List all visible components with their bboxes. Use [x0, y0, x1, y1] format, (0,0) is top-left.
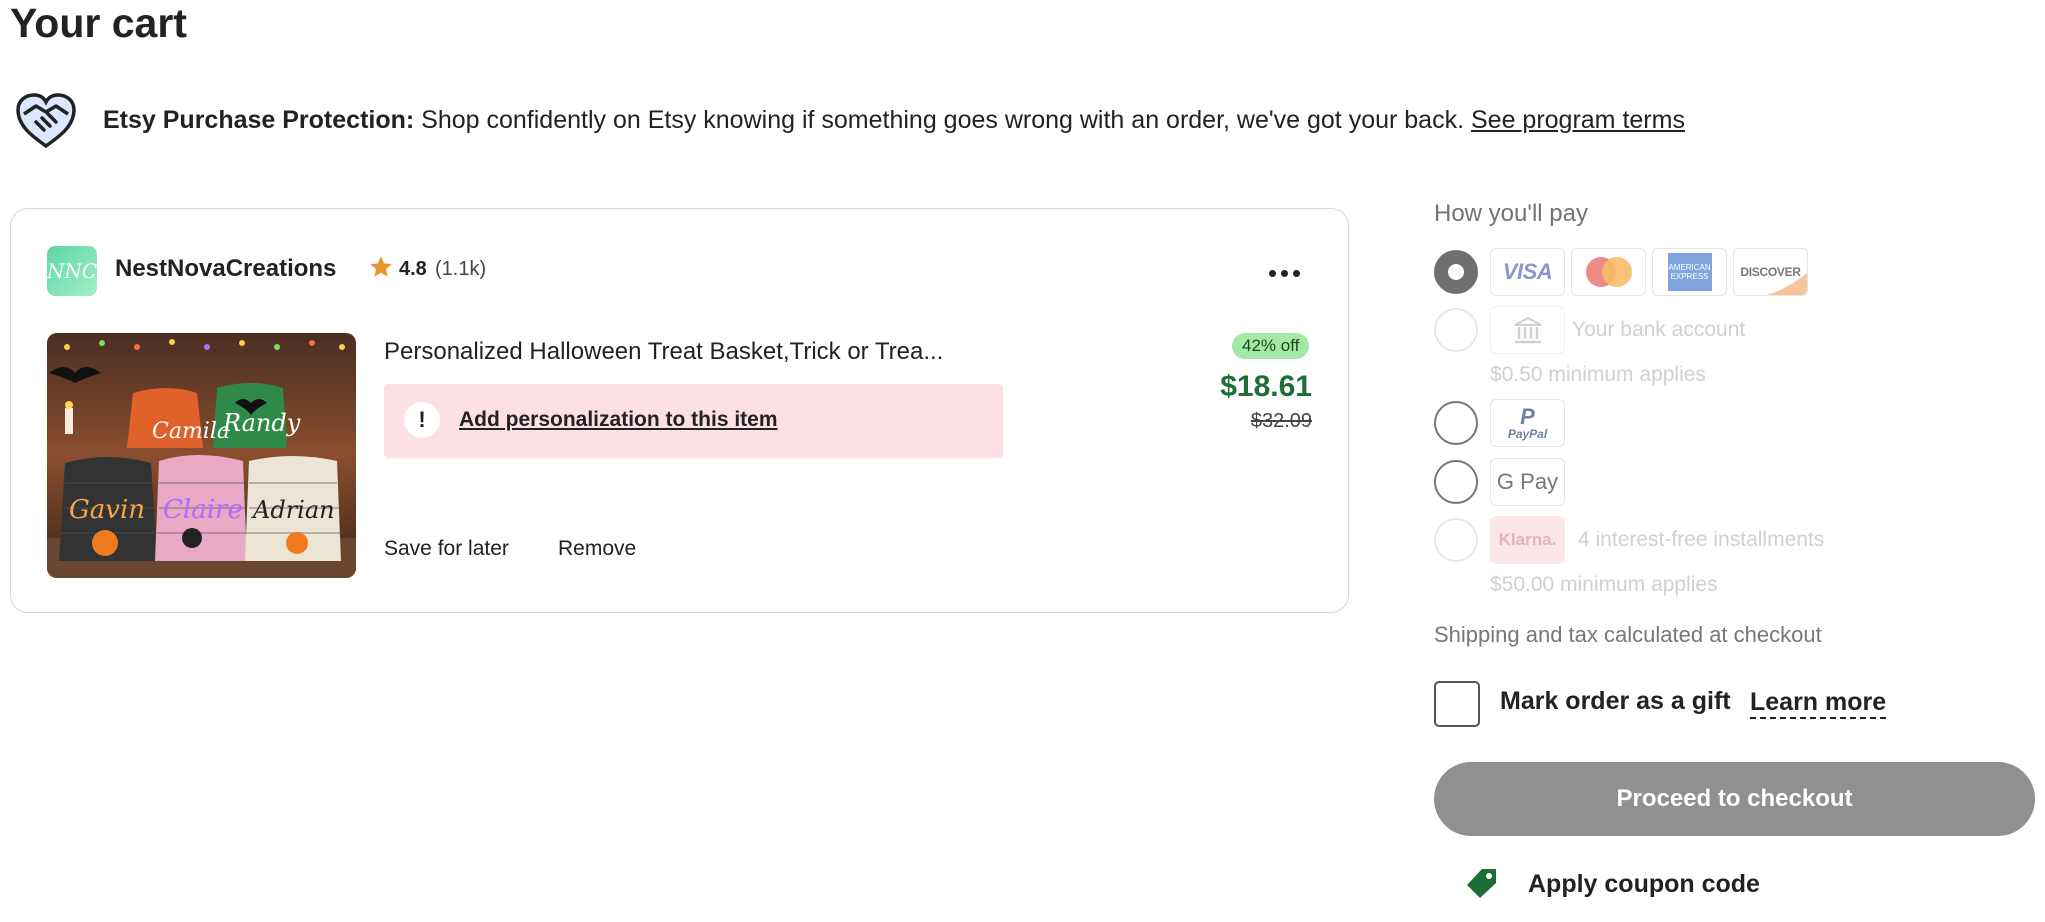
proceed-to-checkout-button[interactable]: Proceed to checkout: [1434, 762, 2035, 836]
save-for-later-button[interactable]: Save for later: [384, 537, 509, 561]
bank-minimum-note: $0.50 minimum applies: [1490, 363, 1706, 386]
purchase-protection-text: Etsy Purchase Protection: Shop confident…: [103, 104, 1685, 136]
gift-checkbox[interactable]: [1434, 681, 1480, 727]
basket-name-randy: Randy: [222, 409, 301, 437]
more-dots-icon: [1268, 269, 1276, 277]
gpay-logo: G Pay: [1490, 458, 1565, 506]
gift-label[interactable]: Mark order as a gift: [1500, 687, 1731, 716]
item-title-link[interactable]: Personalized Halloween Treat Basket,Tric…: [384, 338, 943, 366]
exclamation-icon: !: [404, 402, 440, 438]
item-price: $18.61: [1220, 370, 1312, 403]
shipping-tax-note: Shipping and tax calculated at checkout: [1434, 622, 1822, 647]
paypal-label: PayPal: [1507, 427, 1548, 441]
remove-button[interactable]: Remove: [558, 537, 636, 561]
discount-badge: 42% off: [1232, 333, 1310, 359]
more-dots-icon: [1280, 269, 1288, 277]
protection-description: Shop confidently on Etsy knowing if some…: [414, 106, 1471, 134]
basket-name-adrian: Adrian: [251, 496, 335, 524]
coupon-tag-icon: [1466, 867, 1498, 899]
basket-name-gavin: Gavin: [69, 495, 145, 525]
more-dots-icon: [1292, 269, 1300, 277]
basket-name-claire: Claire: [163, 495, 243, 525]
original-price: $32.09: [1250, 410, 1312, 432]
bank-icon: [1490, 306, 1565, 354]
card-payment-radio[interactable]: [1434, 250, 1478, 294]
basket-name-camila: Camila: [152, 419, 230, 444]
handshake-heart-icon: [14, 92, 78, 150]
program-terms-link[interactable]: See program terms: [1471, 106, 1685, 134]
amex-logo: AMERICAN EXPRESS: [1652, 248, 1727, 296]
gpay-payment-radio[interactable]: [1434, 460, 1478, 504]
more-options-button[interactable]: [1262, 258, 1306, 288]
paypal-mark: P PayPal: [1507, 404, 1548, 441]
page-title: Your cart: [10, 0, 187, 46]
item-thumbnail[interactable]: Camila Randy Gavin Claire Adrian: [47, 333, 356, 578]
shop-rating: 4.8: [399, 258, 427, 280]
klarna-payment-radio[interactable]: [1434, 518, 1478, 562]
shop-logo[interactable]: NNC: [47, 246, 97, 296]
gpay-label: G Pay: [1496, 469, 1559, 494]
shop-review-count: (1.1k): [435, 258, 487, 280]
paypal-payment-radio[interactable]: [1434, 401, 1478, 445]
apply-coupon-button[interactable]: Apply coupon code: [1528, 870, 1760, 899]
klarna-minimum-note: $50.00 minimum applies: [1490, 573, 1718, 596]
visa-label: VISA: [1502, 259, 1553, 284]
shop-name-link[interactable]: NestNovaCreations: [115, 255, 336, 283]
klarna-label: Klarna.: [1498, 530, 1557, 549]
bank-account-label: Your bank account: [1572, 318, 1746, 341]
amex-label: AMERICAN EXPRESS: [1667, 253, 1712, 291]
discover-logo: DISCOVER: [1733, 248, 1808, 296]
protection-label: Etsy Purchase Protection:: [103, 106, 415, 134]
visa-logo: VISA: [1490, 248, 1565, 296]
klarna-installments-label: 4 interest-free installments: [1578, 528, 1825, 551]
learn-more-link[interactable]: Learn more: [1750, 687, 1887, 719]
add-personalization-link[interactable]: Add personalization to this item: [459, 408, 778, 432]
klarna-logo: Klarna.: [1490, 516, 1565, 564]
star-icon: [368, 254, 394, 280]
payment-heading: How you'll pay: [1434, 200, 1588, 227]
bank-payment-radio[interactable]: [1434, 308, 1478, 352]
paypal-logo: P PayPal: [1490, 399, 1565, 447]
mastercard-logo: [1571, 248, 1646, 296]
